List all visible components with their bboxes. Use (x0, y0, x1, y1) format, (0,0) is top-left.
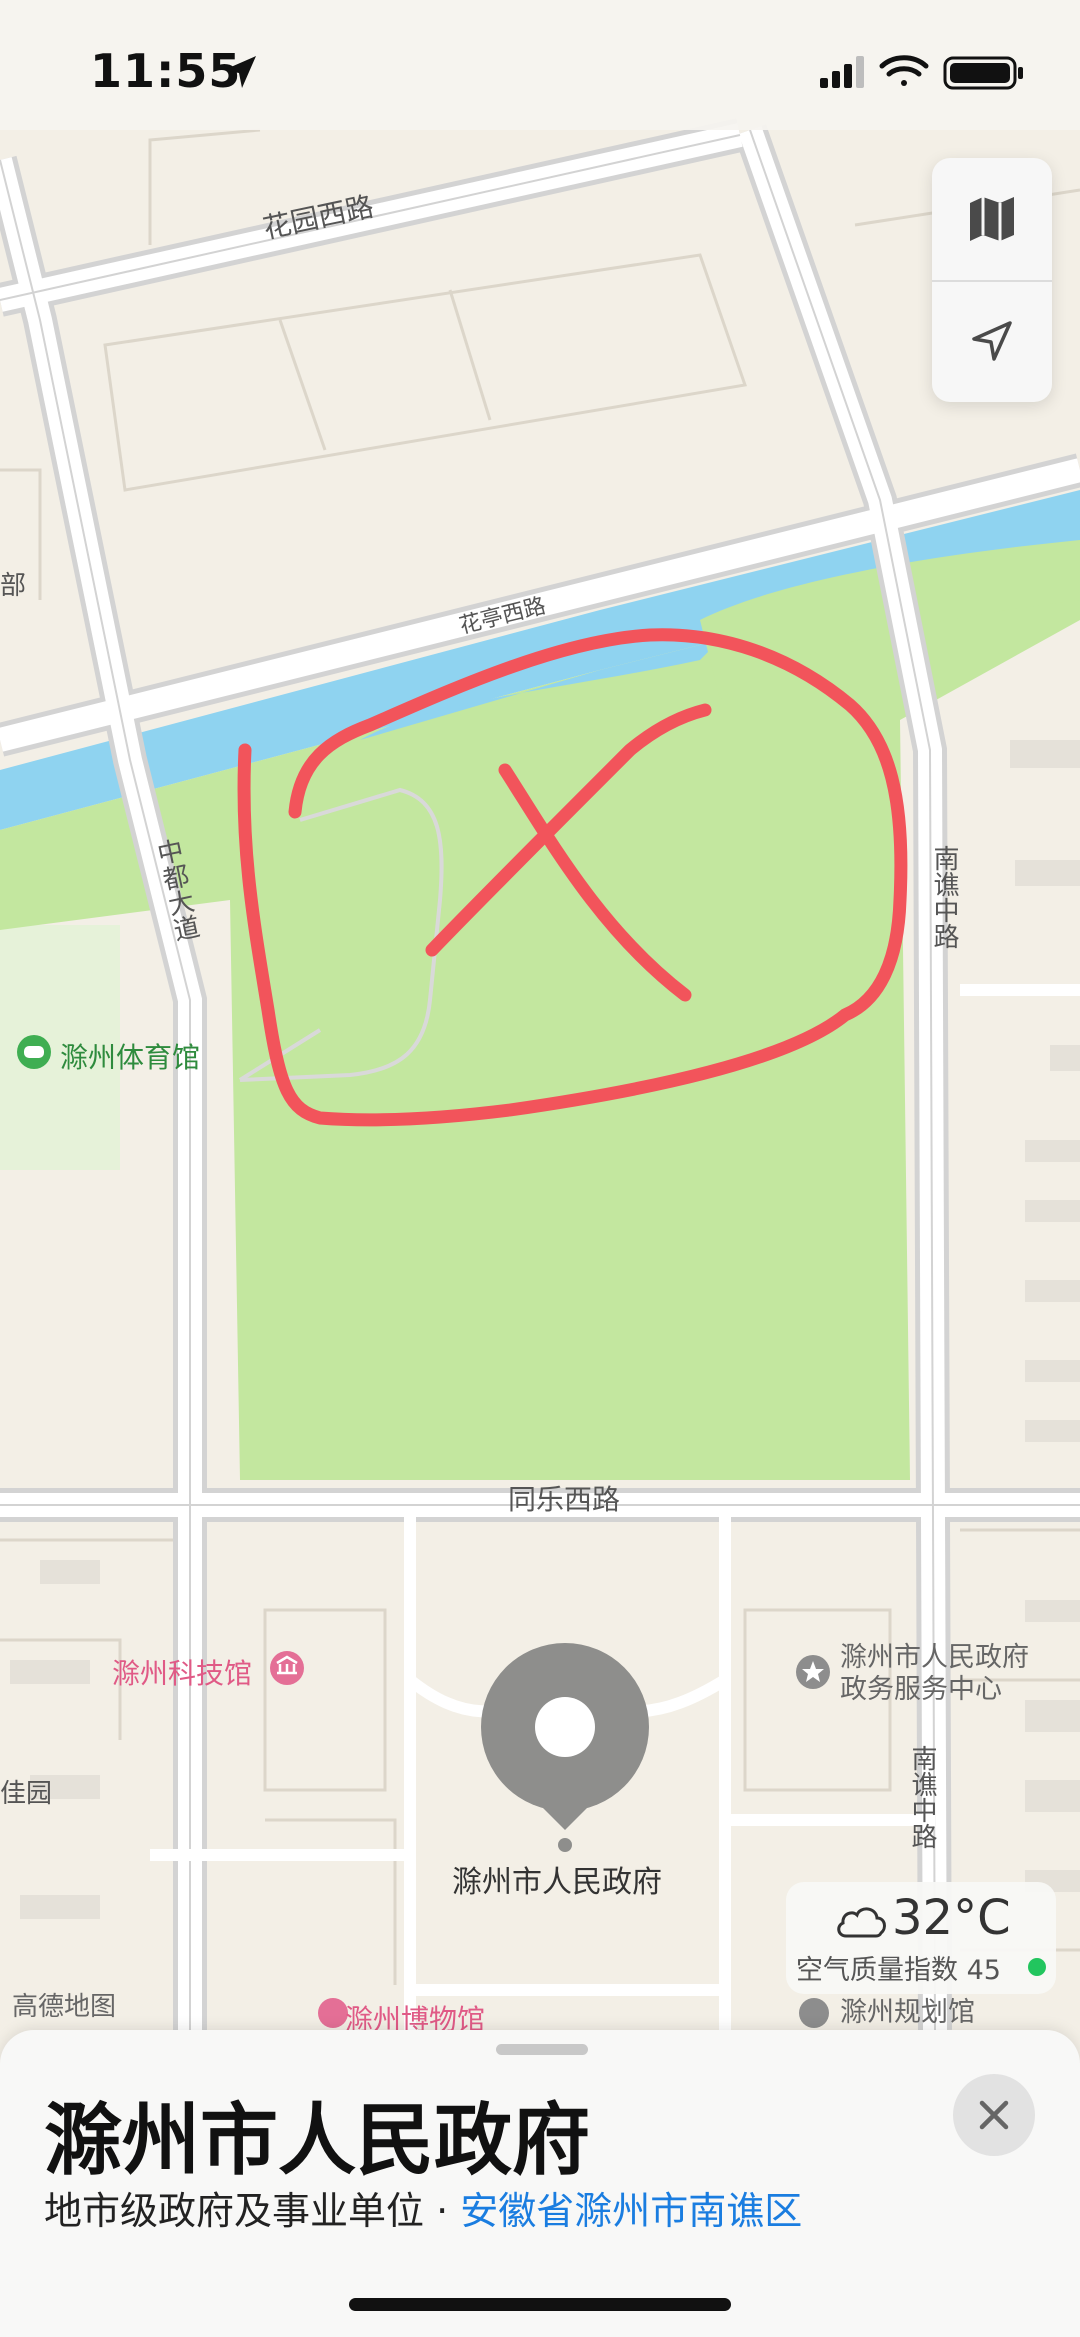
locate-me-button[interactable] (932, 280, 1052, 402)
sheet-grabber[interactable] (496, 2044, 588, 2055)
poi-stadium[interactable]: 滁州体育馆 (60, 1036, 200, 1076)
edge-label-fragment: 佳园 (0, 1779, 53, 1809)
map-controls (932, 158, 1052, 402)
wifi-icon (879, 55, 929, 86)
road-label-tongle: 同乐西路 (508, 1483, 621, 1516)
poi-service-center-line2: 政务服务中心 (840, 1674, 1002, 1705)
close-icon (979, 2100, 1009, 2130)
place-category: 地市级政府及事业单位 (44, 2189, 425, 2233)
status-icons (820, 55, 1023, 90)
road-label-nanqiao: 南谯中路 (929, 845, 959, 949)
subtitle-separator: · (424, 2189, 461, 2233)
road-label-nanqiao-2: 南谯中路 (907, 1745, 937, 1849)
place-title: 滁州市人民政府 (44, 2096, 591, 2186)
status-bar: 11:55 (0, 0, 1080, 130)
map-watermark: 高德地图 (12, 1992, 117, 2022)
weather-widget[interactable]: 32°C 空气质量指数 45 (786, 1882, 1056, 1994)
status-time: 11:55 (90, 44, 242, 98)
poi-service-center-line1: 滁州市人民政府 (840, 1642, 1029, 1673)
poi-planning-hall[interactable]: 滁州规划馆 (840, 1997, 975, 2029)
map-icon (970, 197, 1014, 241)
map-type-button[interactable] (932, 158, 1052, 280)
poi-service-center[interactable]: 滁州市人民政府 政务服务中心 (840, 1642, 1029, 1706)
weather-temperature: 32°C (892, 1890, 1011, 1946)
location-arrow-icon (972, 321, 1012, 361)
place-location-link[interactable]: 安徽省滁州市南谯区 (460, 2189, 802, 2233)
close-button[interactable] (953, 2074, 1035, 2156)
aqi-status-dot (1028, 1958, 1046, 1976)
selected-pin-label[interactable]: 滁州市人民政府 (452, 1857, 662, 1901)
air-quality-index: 空气质量指数 45 (796, 1955, 1001, 1986)
cloud-icon (837, 1907, 886, 1938)
place-card-sheet[interactable]: 滁州市人民政府 地市级政府及事业单位 · 安徽省滁州市南谯区 (0, 2030, 1080, 2337)
location-arrow-icon (224, 56, 256, 88)
edge-label-fragment: 部 (0, 571, 27, 601)
home-indicator[interactable] (349, 2298, 731, 2311)
cellular-signal-icon (820, 56, 864, 88)
poi-science-museum[interactable]: 滁州科技馆 (112, 1652, 252, 1692)
battery-icon (943, 56, 1023, 90)
place-subtitle: 地市级政府及事业单位 · 安徽省滁州市南谯区 (44, 2180, 802, 2235)
